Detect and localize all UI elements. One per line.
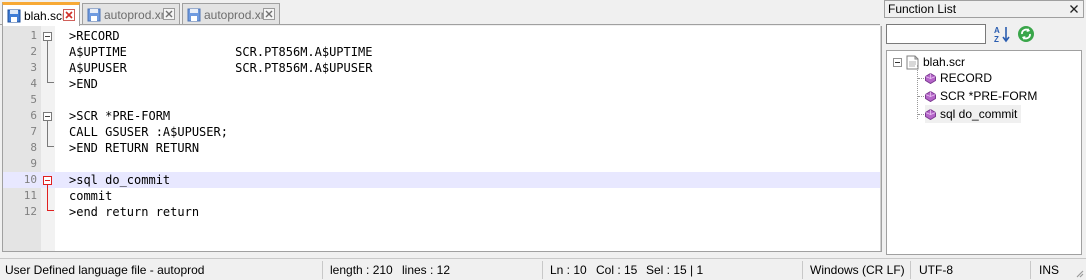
svg-text:Z: Z	[994, 35, 999, 44]
tab-bar: blah.scr autoprod.xml autoprod.xml	[0, 0, 882, 26]
fold-line-active	[47, 185, 48, 210]
svg-text:A: A	[994, 26, 1000, 35]
line-text: >RECORD	[69, 29, 120, 43]
function-tree[interactable]: blah.scr RECORD SCR *PRE-FORM sql do_com…	[886, 50, 1082, 255]
tab-label: blah.scr	[24, 8, 67, 23]
fold-collapse-icon-active[interactable]	[43, 176, 52, 185]
status-separator	[322, 261, 323, 279]
editor-line[interactable]: 2 A$UPTIME SCR.PT856M.A$UPTIME	[3, 44, 881, 60]
fold-end	[47, 146, 54, 147]
line-number: 3	[30, 61, 37, 74]
editor-line[interactable]: 3 A$UPUSER SCR.PT856M.A$UPUSER	[3, 60, 881, 76]
line-number: 2	[30, 45, 37, 58]
line-number: 10	[23, 173, 37, 186]
tree-root-label: blah.scr	[923, 55, 966, 69]
status-eol[interactable]: Windows (CR LF)	[810, 259, 905, 280]
line-number: 11	[23, 189, 37, 202]
editor-line[interactable]: 4 >END	[3, 76, 881, 92]
status-ln: Ln : 10	[550, 263, 587, 277]
line-text: CALL GSUSER :A$UPUSER;	[69, 125, 228, 139]
close-tab-icon[interactable]	[163, 8, 175, 20]
editor-line[interactable]: 8 >END RETURN RETURN	[3, 140, 881, 156]
status-language: User Defined language file - autoprod	[5, 263, 205, 277]
line-number: 5	[30, 93, 37, 106]
line-text: A$UPUSER SCR.PT856M.A$UPUSER	[69, 61, 373, 75]
function-list-header: Function List	[884, 0, 1084, 18]
fold-line	[47, 121, 48, 146]
line-number: 12	[23, 205, 37, 218]
close-tab-icon[interactable]	[263, 8, 275, 20]
reload-icon[interactable]	[1016, 24, 1036, 44]
line-text: commit	[69, 189, 113, 203]
line-number: 6	[30, 109, 37, 122]
status-encoding[interactable]: UTF-8	[919, 259, 953, 280]
line-number: 9	[30, 157, 37, 170]
line-text: A$UPTIME SCR.PT856M.A$UPTIME	[69, 45, 373, 59]
editor-line[interactable]: 12 >end return return	[3, 204, 881, 220]
function-list-item-label: SCR *PRE-FORM	[940, 89, 1038, 103]
saved-file-icon	[7, 9, 21, 22]
editor-line[interactable]: 11 commit	[3, 188, 881, 204]
function-list-item[interactable]: SCR *PRE-FORM	[925, 87, 1041, 105]
line-text: >END RETURN RETURN	[69, 141, 200, 155]
status-length: length : 210	[330, 263, 393, 277]
edge-line	[880, 26, 881, 251]
function-list-item-selected[interactable]: sql do_commit	[925, 105, 1022, 123]
function-icon	[925, 90, 936, 102]
code-editor[interactable]: 1 >RECORD 2 A$UPTIME SCR.PT856M.A$UPTIME…	[2, 26, 882, 252]
status-col: Col : 15	[596, 263, 638, 277]
editor-line[interactable]: 7 CALL GSUSER :A$UPUSER;	[3, 124, 881, 140]
line-number: 7	[30, 125, 37, 138]
function-list-item-label: RECORD	[940, 71, 993, 85]
close-tab-icon[interactable]	[63, 9, 75, 21]
line-number: 1	[30, 29, 37, 42]
status-lines: lines : 12	[402, 263, 451, 277]
editor-line[interactable]: 6 >SCR *PRE-FORM	[3, 108, 881, 124]
function-icon	[925, 108, 936, 120]
status-insert-mode[interactable]: INS	[1039, 259, 1059, 280]
fold-end	[47, 82, 54, 83]
status-bar: User Defined language file - autoprod le…	[0, 258, 1086, 280]
status-separator	[802, 261, 803, 279]
function-list-title: Function List	[888, 2, 957, 16]
resize-grip-icon[interactable]	[1074, 268, 1084, 278]
saved-file-icon	[87, 8, 101, 21]
status-sel: Sel : 15 | 1	[646, 263, 704, 277]
fold-end-active	[47, 210, 54, 211]
status-separator	[542, 261, 543, 279]
editor-line[interactable]: 9	[3, 156, 881, 172]
tab-blah-scr[interactable]: blah.scr	[2, 2, 80, 26]
tree-collapse-icon[interactable]	[893, 57, 902, 67]
function-icon	[925, 72, 936, 84]
editor-line-current[interactable]: 10 >sql do_commit	[3, 172, 881, 188]
line-text: >END	[69, 77, 98, 91]
tree-connector	[917, 65, 918, 119]
editor-line[interactable]: 1 >RECORD	[3, 28, 881, 44]
tab-autoprod-xml-1[interactable]: autoprod.xml	[82, 3, 180, 25]
sort-az-icon[interactable]: A Z	[992, 24, 1012, 44]
line-text: >sql do_commit	[69, 173, 171, 187]
status-separator	[910, 261, 911, 279]
line-number: 4	[30, 77, 37, 90]
function-list-panel: Function List A Z blah.scr RECORD SCR *P…	[884, 0, 1084, 256]
line-text: >end return return	[69, 205, 200, 219]
tab-autoprod-xml-2[interactable]: autoprod.xml	[182, 3, 280, 25]
saved-file-icon	[187, 8, 201, 21]
function-search-input[interactable]	[886, 24, 986, 44]
fold-collapse-icon[interactable]	[43, 32, 52, 41]
editor-line[interactable]: 5	[3, 92, 881, 108]
function-list-item-label: sql do_commit	[940, 107, 1018, 121]
status-separator	[1030, 261, 1031, 279]
fold-collapse-icon[interactable]	[43, 112, 52, 121]
function-list-item[interactable]: RECORD	[925, 69, 996, 87]
fold-line	[47, 41, 48, 82]
line-number: 8	[30, 141, 37, 154]
close-panel-icon[interactable]	[1069, 4, 1079, 14]
line-text: >SCR *PRE-FORM	[69, 109, 171, 123]
